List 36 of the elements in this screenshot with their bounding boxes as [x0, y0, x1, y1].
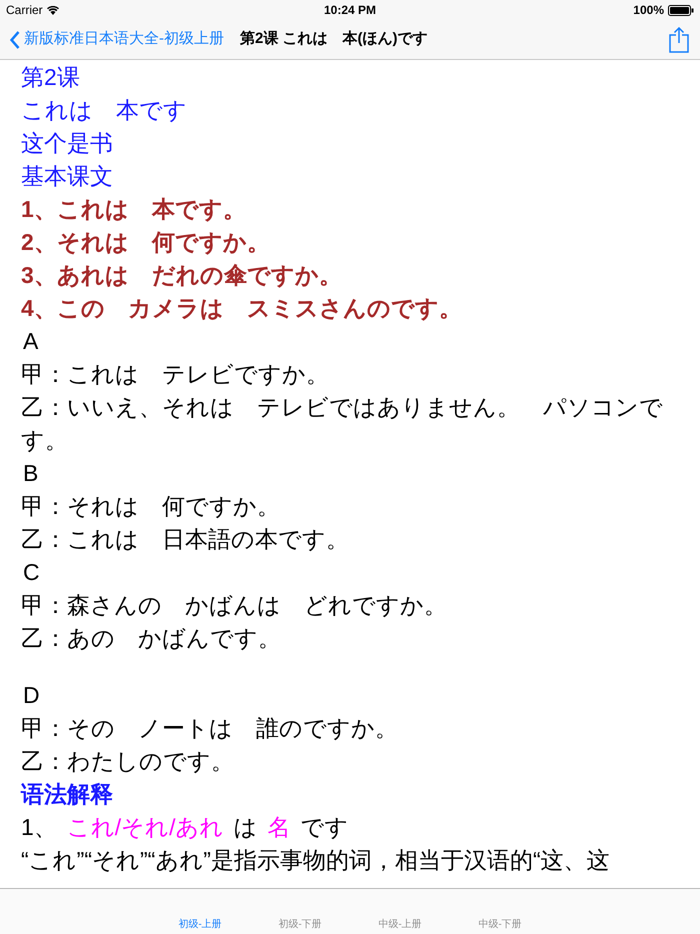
- body-text: 乙：あの かばんです。: [21, 624, 282, 653]
- body-text: 甲：これは テレビですか。: [21, 360, 330, 389]
- section-heading: 语法解释: [21, 780, 114, 809]
- battery-text: 100%: [633, 2, 664, 19]
- chevron-left-icon: [10, 30, 20, 48]
- body-text: 甲：その ノートは 誰のですか。: [21, 714, 399, 743]
- sentence-text: 3、あれは だれの傘ですか。: [21, 261, 343, 290]
- sentence-text: 4、この カメラは スミスさんのです。: [21, 294, 463, 323]
- body-text: 甲：森さんの かばんは どれですか。: [21, 591, 448, 620]
- heading-text: 这个是书: [21, 129, 114, 158]
- sentence-text: 2、それは 何ですか。: [21, 228, 271, 257]
- sentence-text: 1、これは 本です。: [21, 195, 247, 224]
- section-label: A: [22, 327, 40, 356]
- body-text: 乙：これは 日本語の本です。: [21, 525, 350, 554]
- section-label: C: [22, 558, 41, 587]
- tab[interactable]: 中级-上册: [350, 917, 450, 932]
- section-label: D: [22, 681, 41, 710]
- carrier-text: Carrier: [6, 2, 43, 19]
- tab[interactable]: 初级-下册: [250, 917, 350, 932]
- battery-icon: [668, 4, 694, 16]
- body-text: 甲：それは 何ですか。: [21, 492, 281, 521]
- heading-text: 基本课文: [21, 162, 114, 191]
- body-text: 乙：わたしのです。: [21, 747, 235, 776]
- back-button[interactable]: 新版标准日本语大全-初级上册: [10, 28, 224, 51]
- body-text: “これ”“それ”“あれ”是指示事物的词，相当于汉语的“这、这: [21, 846, 611, 875]
- clock-text: 10:24 PM: [324, 2, 376, 19]
- share-button[interactable]: [668, 26, 690, 54]
- section-label: B: [22, 459, 40, 488]
- tab[interactable]: 初级-上册: [150, 917, 250, 932]
- tab[interactable]: 中级-下册: [450, 917, 550, 932]
- page-title: 第2课 これは 本(ほん)です: [240, 29, 428, 50]
- body-text: 乙：いいえ、それは テレビではありません。 パソコンです。: [21, 393, 664, 455]
- grammar-pattern: 1、 これ/それ/あれ は 名 です: [21, 813, 350, 842]
- heading-text: 第2课: [21, 63, 81, 92]
- wifi-icon: [46, 6, 59, 14]
- heading-text: これは 本です: [21, 96, 188, 125]
